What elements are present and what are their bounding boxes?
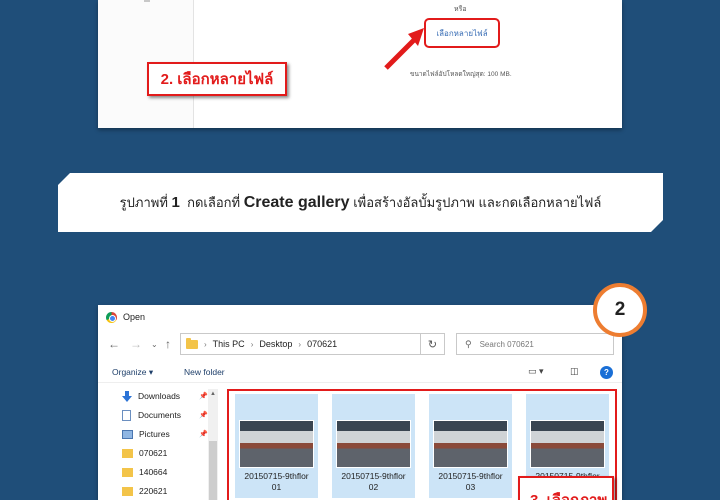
scrollbar-thumb[interactable] <box>209 441 217 500</box>
file-name: 20150715-9thflor <box>438 471 503 481</box>
download-icon <box>122 390 132 402</box>
caption-prefix: รูปภาพที่ <box>119 195 168 210</box>
file-tile[interactable]: 20150715-9thflor 01 <box>235 394 318 498</box>
document-icon <box>122 409 131 421</box>
or-text: หรือ <box>454 6 467 13</box>
breadcrumb-this-pc[interactable]: This PC <box>213 339 245 349</box>
file-name-suffix: 03 <box>465 482 476 492</box>
nav-item-070621[interactable]: 070621 <box>122 444 212 462</box>
nav-item-label: Pictures <box>139 429 170 439</box>
up-arrow-icon[interactable]: ↑ <box>165 337 171 351</box>
pin-icon: 📌 <box>199 431 208 438</box>
search-input[interactable]: ⚲ Search 070621 <box>456 333 614 355</box>
caption-text: รูปภาพที่ 1 กดเลือกที่ Create gallery เพ… <box>120 192 602 213</box>
forward-arrow-icon[interactable]: → <box>130 337 142 351</box>
open-file-dialog: Open ← → ⌄ ↑ › This PC › Desktop › 07062… <box>98 305 622 500</box>
pin-icon: 📌 <box>199 393 208 400</box>
dialog-toolbar: Organize ▾ New folder ▭ ▾ ◫ ? <box>98 363 622 383</box>
side-marker <box>144 0 150 2</box>
image-thumbnail <box>239 420 314 468</box>
nav-item-label: 140664 <box>139 467 168 477</box>
nav-scrollbar[interactable]: ▲ <box>208 389 218 500</box>
folder-icon <box>122 486 133 496</box>
nav-item-140664[interactable]: 140664 <box>122 463 212 481</box>
dialog-title: Open <box>123 312 146 322</box>
folder-icon <box>186 337 198 349</box>
address-bar[interactable]: › This PC › Desktop › 070621 <box>180 333 445 355</box>
preview-pane-icon[interactable]: ◫ <box>570 366 579 377</box>
folder-icon <box>122 467 133 477</box>
step3-callout-text: 3. เลือกภาพ <box>530 492 607 500</box>
back-arrow-icon[interactable]: ← <box>108 337 120 351</box>
refresh-button[interactable]: ↻ <box>420 333 445 355</box>
folder-icon <box>122 448 133 458</box>
search-icon: ⚲ <box>465 338 472 349</box>
file-tile[interactable]: 20150715-9thflor 03 <box>429 394 512 498</box>
nav-item-220621[interactable]: 220621 <box>122 482 212 500</box>
file-name-suffix: 02 <box>368 482 379 492</box>
pin-icon: 📌 <box>199 412 208 419</box>
image-thumbnail <box>336 420 411 468</box>
caption-figure-number: 1 <box>171 194 180 211</box>
dialog-navbar: ← → ⌄ ↑ › This PC › Desktop › 070621 ↻ ⚲… <box>98 332 622 358</box>
file-name-suffix: 01 <box>271 482 282 492</box>
figure-caption: รูปภาพที่ 1 กดเลือกที่ Create gallery เพ… <box>58 173 663 232</box>
chrome-icon <box>106 311 117 323</box>
select-multiple-files-label: เลือกหลายไฟล์ <box>436 28 488 38</box>
nav-item-documents[interactable]: Documents 📌 <box>122 406 212 424</box>
dialog-titlebar: Open <box>98 305 622 329</box>
pointer-arrow-icon <box>384 28 424 70</box>
caption-suffix: เพื่อสร้างอัลบั้มรูปภาพ และกดเลือกหลายไฟ… <box>353 195 602 210</box>
refresh-icon: ↻ <box>427 338 438 351</box>
step3-callout: 3. เลือกภาพ <box>518 476 614 500</box>
breadcrumb-070621[interactable]: 070621 <box>307 339 337 349</box>
file-name: 20150715-9thflor <box>244 471 309 481</box>
nav-item-label: 070621 <box>139 448 168 458</box>
nav-item-pictures[interactable]: Pictures 📌 <box>122 425 212 443</box>
pictures-icon <box>122 429 133 439</box>
step-number: 2 <box>614 299 626 320</box>
search-placeholder: Search 070621 <box>479 339 534 349</box>
recent-dropdown-icon[interactable]: ⌄ <box>151 340 158 349</box>
breadcrumb-desktop[interactable]: Desktop <box>259 339 292 349</box>
nav-item-label: Documents <box>138 410 181 420</box>
scroll-up-icon[interactable]: ▲ <box>208 389 218 399</box>
image-thumbnail <box>530 420 605 468</box>
view-options-icon[interactable]: ▭ ▾ <box>528 366 544 377</box>
file-name: 20150715-9thflor <box>341 471 406 481</box>
step2-callout-text: 2. เลือกหลายไฟล์ <box>160 71 274 88</box>
help-icon[interactable]: ? <box>600 366 613 379</box>
nav-item-label: 220621 <box>139 486 168 496</box>
step2-callout: 2. เลือกหลายไฟล์ <box>147 62 287 96</box>
image-thumbnail <box>433 420 508 468</box>
file-tile[interactable]: 20150715-9thflor 02 <box>332 394 415 498</box>
navigation-pane: Downloads 📌 Documents 📌 Pictures 📌 07062… <box>98 385 218 500</box>
caption-create-gallery: Create gallery <box>243 194 350 211</box>
nav-item-downloads[interactable]: Downloads 📌 <box>122 387 212 405</box>
nav-item-label: Downloads <box>138 391 181 401</box>
step-number-badge: 2 <box>593 283 647 337</box>
new-folder-button[interactable]: New folder <box>184 367 225 377</box>
caption-middle: กดเลือกที่ <box>187 195 241 210</box>
organize-button[interactable]: Organize ▾ <box>112 367 153 378</box>
